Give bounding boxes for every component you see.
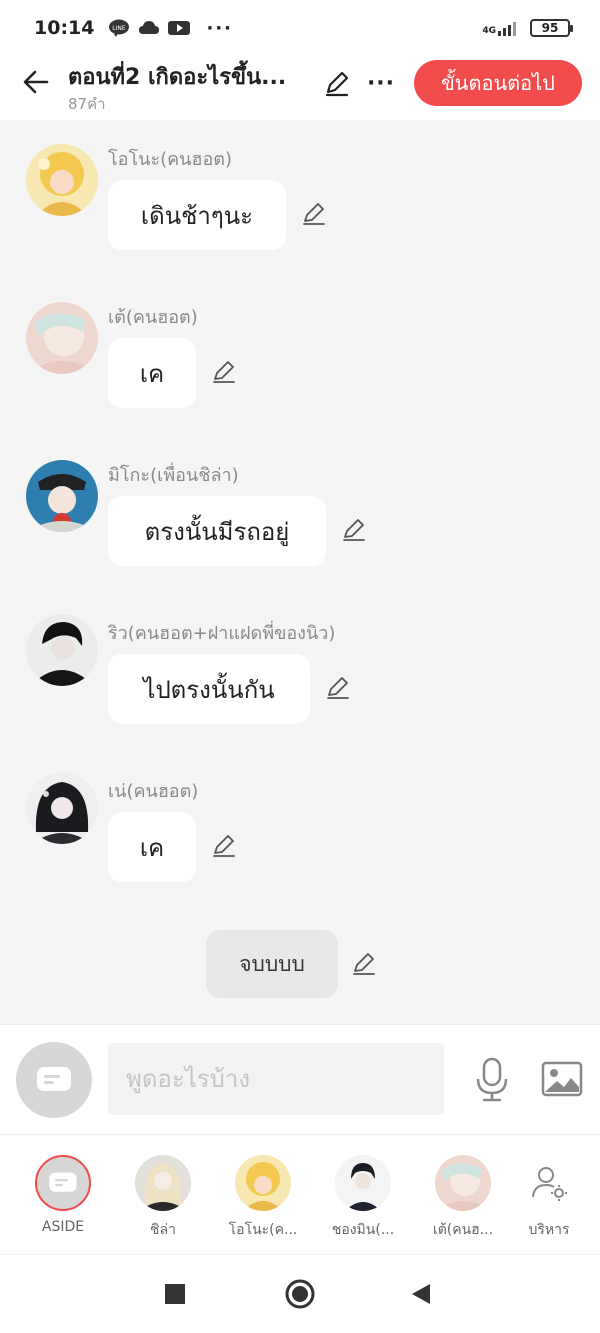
editor-header: ตอนที่2 เกิดอะไรขึ้น... 87คำ ··· ขั้นตอน… (0, 56, 600, 120)
avatar (135, 1155, 191, 1211)
user-settings-icon (532, 1167, 567, 1201)
notification-icons: LINE ··· (108, 18, 233, 39)
avatar-image (26, 614, 98, 686)
status-time: 10:14 (34, 17, 95, 39)
character-aside[interactable]: ASIDE (17, 1155, 109, 1235)
message-bubble[interactable]: เค (108, 338, 196, 408)
edit-message-button[interactable] (324, 674, 352, 702)
message-bubble[interactable]: เค (108, 812, 196, 882)
network-type: 4G (482, 26, 496, 36)
square-icon (165, 1284, 185, 1304)
edit-message-button[interactable] (210, 832, 238, 860)
pencil-icon (343, 519, 365, 541)
text-bubble-icon (49, 1172, 77, 1192)
avatar (335, 1155, 391, 1211)
word-count: 87คำ (68, 95, 106, 113)
message-sender: โอโนะ(คนฮอต) (108, 149, 232, 170)
composer-bar (0, 1024, 600, 1134)
microphone-icon (476, 1057, 508, 1102)
message-sender: มิโกะ(เพื่อนชิล่า) (108, 465, 239, 486)
edit-message-button[interactable] (300, 200, 328, 228)
pencil-icon (353, 953, 375, 975)
message-bubble[interactable]: เดินช้าๆนะ (108, 180, 286, 250)
character-item[interactable]: ชิล่า (117, 1155, 209, 1241)
home-circle-icon (285, 1279, 315, 1309)
more-options-button[interactable]: ··· (364, 66, 398, 100)
arrow-left-icon (23, 70, 49, 94)
text-bubble-icon (37, 1067, 71, 1091)
status-bar: 10:14 LINE ··· 4G 95 (0, 0, 600, 56)
avatar-image (26, 460, 98, 532)
signal-icon (498, 22, 516, 36)
episode-title: ตอนที่2 เกิดอะไรขึ้น... (68, 65, 287, 90)
aside-message-bubble[interactable]: จบบบบ (206, 930, 338, 998)
back-button[interactable] (18, 64, 54, 100)
recents-button[interactable] (158, 1277, 192, 1311)
edit-title-button[interactable] (320, 66, 354, 100)
home-button[interactable] (283, 1277, 317, 1311)
avatar[interactable] (26, 460, 98, 532)
image-icon (541, 1061, 583, 1097)
svg-text:LINE: LINE (113, 25, 127, 32)
back-nav-button[interactable] (404, 1277, 438, 1311)
character-name: ASIDE (41, 1219, 85, 1235)
pencil-icon (303, 203, 325, 225)
aside-toggle-button[interactable] (16, 1042, 92, 1118)
status-more: ··· (206, 17, 233, 39)
character-item[interactable]: ชองมิน(... (317, 1155, 409, 1241)
character-item[interactable]: โอโนะ(ค... (217, 1155, 309, 1241)
cloud-icon (139, 21, 160, 34)
pencil-icon (213, 835, 235, 857)
pencil-icon (213, 361, 235, 383)
battery-indicator: 95 (530, 19, 573, 37)
signal-indicator: 4G (482, 20, 520, 36)
message-sender: เน่(คนฮอต) (108, 781, 199, 802)
next-step-button[interactable]: ขั้นตอนต่อไป (414, 60, 582, 106)
avatar[interactable] (26, 302, 98, 374)
character-bar: ASIDE ชิล่า โอโนะ(ค... ชองมิน(... เต้(คน… (0, 1134, 600, 1254)
status-right: 4G 95 (482, 19, 573, 37)
edit-message-button[interactable] (210, 358, 238, 386)
chat-area[interactable]: โอโนะ(คนฮอต) เดินช้าๆนะ เต้(คนฮอต) เค มิ… (0, 120, 600, 1024)
message-sender: เต้(คนฮอต) (108, 307, 198, 328)
avatar[interactable] (26, 144, 98, 216)
line-icon: LINE (109, 19, 130, 37)
avatar-image (26, 144, 98, 216)
avatar[interactable] (26, 614, 98, 686)
character-item[interactable]: เต้(คนฮ... (417, 1155, 509, 1241)
message-input[interactable] (108, 1043, 444, 1115)
aside-avatar (35, 1155, 91, 1211)
voice-button[interactable] (472, 1055, 512, 1105)
edit-aside-button[interactable] (350, 950, 378, 978)
manage-avatar (521, 1155, 577, 1211)
message-bubble[interactable]: ตรงนั้นมีรถอยู่ (108, 496, 326, 566)
avatar-image (26, 302, 98, 374)
avatar[interactable] (26, 772, 98, 844)
avatar (435, 1155, 491, 1211)
avatar-image (26, 772, 98, 844)
pencil-icon (325, 71, 349, 97)
pencil-icon (327, 677, 349, 699)
image-button[interactable] (540, 1057, 584, 1101)
triangle-back-icon (412, 1284, 430, 1304)
character-name: บริหาร (528, 1222, 570, 1238)
edit-message-button[interactable] (340, 516, 368, 544)
character-name: ชองมิน(... (331, 1222, 395, 1238)
avatar (235, 1155, 291, 1211)
character-name: เต้(คนฮ... (432, 1222, 494, 1238)
manage-characters-button[interactable]: บริหาร (503, 1155, 595, 1241)
system-nav-bar (0, 1254, 600, 1333)
message-bubble[interactable]: ไปตรงนั้นกัน (108, 654, 310, 724)
character-name: โอโนะ(ค... (228, 1222, 298, 1238)
character-name: ชิล่า (150, 1222, 176, 1238)
youtube-icon (168, 21, 191, 35)
message-sender: ริว(คนฮอต+ฝาแฝดพี่ของนิว) (108, 623, 336, 644)
